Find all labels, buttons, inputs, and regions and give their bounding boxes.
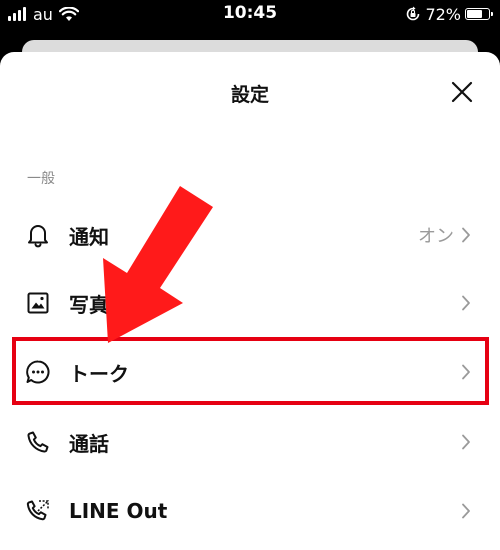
settings-item-label: LINE Out	[69, 499, 168, 523]
settings-item-notifications[interactable]: 通知 オン	[0, 201, 500, 269]
photo-icon	[25, 290, 51, 316]
settings-item-value: オン	[418, 226, 454, 247]
settings-item-label: 写真	[69, 292, 109, 317]
battery-percent: 72%	[425, 4, 461, 24]
settings-item-line-out[interactable]: LINE Out	[0, 477, 500, 545]
settings-item-photos[interactable]: 写真	[0, 269, 500, 337]
status-right: 72%	[405, 3, 493, 25]
chevron-right-icon	[459, 362, 473, 382]
bell-icon	[25, 222, 51, 248]
orientation-lock-icon	[407, 6, 420, 21]
settings-item-chats[interactable]: トーク	[0, 338, 500, 406]
settings-item-calls[interactable]: 通話	[0, 408, 500, 476]
close-icon	[451, 81, 473, 103]
chevron-right-icon	[459, 293, 473, 313]
chevron-right-icon	[459, 501, 473, 521]
settings-sheet: 設定 一般 通知 オン 写真 トーク 通話 LINE Out	[0, 52, 500, 550]
line-out-icon	[25, 498, 51, 524]
section-label-general: 一般	[27, 171, 55, 187]
page-title: 設定	[230, 84, 269, 106]
chevron-right-icon	[459, 432, 473, 452]
chevron-right-icon	[459, 225, 473, 245]
close-button[interactable]	[444, 74, 480, 110]
chat-bubble-icon	[25, 359, 51, 385]
status-bar: au 10:45 72%	[0, 0, 500, 30]
settings-item-label: トーク	[69, 361, 129, 386]
battery-icon	[465, 8, 493, 20]
settings-item-label: 通知	[69, 224, 109, 249]
settings-item-label: 通話	[69, 431, 109, 456]
phone-icon	[25, 429, 51, 455]
battery-fill	[467, 10, 483, 18]
